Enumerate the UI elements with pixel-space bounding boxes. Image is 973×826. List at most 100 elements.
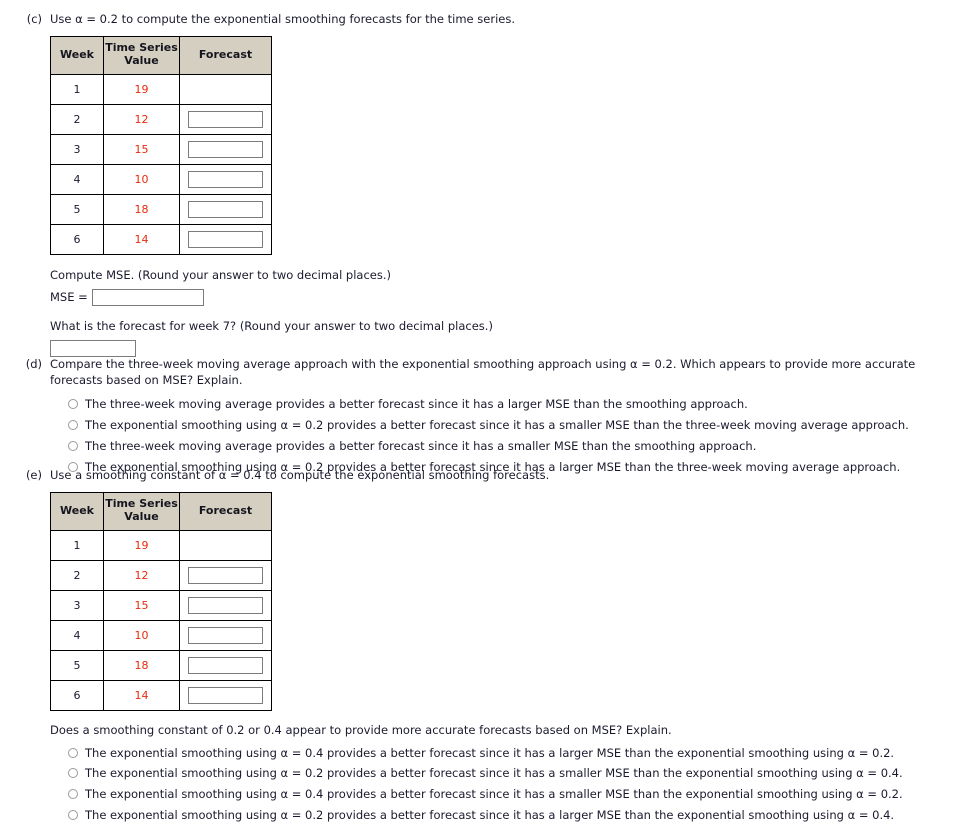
forecast-input-week-3[interactable]: [188, 140, 263, 158]
cell-forecast: [179, 679, 272, 711]
table-row: 2 12: [50, 103, 272, 135]
cell-week: 2: [50, 103, 104, 135]
radio-option-d-1[interactable]: The three-week moving average provides a…: [68, 394, 965, 415]
cell-forecast-empty: [179, 529, 272, 561]
cell-forecast: [179, 649, 272, 681]
radio-circle-icon[interactable]: [68, 399, 78, 410]
option-label: The exponential smoothing using α = 0.4 …: [85, 745, 895, 760]
week7-prompt: What is the forecast for week 7? (Round …: [50, 318, 493, 333]
table-body: 1 19 2 12 3 15 4 10 5 18 6 14: [50, 529, 272, 711]
forecast-input-week-3[interactable]: [188, 596, 263, 614]
table-row: 6 14: [50, 679, 272, 711]
forecast-input-week-2[interactable]: [188, 566, 263, 584]
cell-week: 6: [50, 223, 104, 255]
cell-week: 6: [50, 679, 104, 711]
option-label: The exponential smoothing using α = 0.2 …: [85, 808, 895, 823]
mse-row: MSE =: [50, 288, 960, 306]
cell-time-series-value: 18: [103, 193, 180, 225]
week7-forecast-input[interactable]: [50, 339, 136, 357]
part-e-options: The exponential smoothing using α = 0.4 …: [50, 743, 960, 826]
column-header-week: Week: [50, 35, 104, 75]
cell-time-series-value: 15: [103, 589, 180, 621]
cell-time-series-value: 10: [103, 619, 180, 651]
cell-week: 3: [50, 589, 104, 621]
forecast-input-week-5[interactable]: [188, 200, 263, 218]
forecast-table-alpha-04: Week Time Series Value Forecast 1 19 2 1…: [50, 491, 272, 711]
table-row: 2 12: [50, 559, 272, 591]
radio-option-e-4[interactable]: The exponential smoothing using α = 0.2 …: [68, 805, 960, 826]
radio-circle-icon[interactable]: [68, 747, 78, 758]
table-row: 6 14: [50, 223, 272, 255]
option-label: The exponential smoothing using α = 0.2 …: [85, 417, 909, 432]
mse-label: MSE =: [50, 289, 88, 304]
radio-option-e-3[interactable]: The exponential smoothing using α = 0.4 …: [68, 784, 960, 805]
option-label: The three-week moving average provides a…: [85, 397, 748, 412]
table-row: 5 18: [50, 193, 272, 225]
table-row: 4 10: [50, 619, 272, 651]
radio-option-d-2[interactable]: The exponential smoothing using α = 0.2 …: [68, 415, 965, 436]
cell-time-series-value: 18: [103, 649, 180, 681]
cell-week: 1: [50, 73, 104, 105]
mse-input[interactable]: [91, 288, 204, 306]
forecast-input-week-2[interactable]: [188, 110, 263, 128]
table-header-row: Week Time Series Value Forecast: [50, 35, 272, 75]
cell-time-series-value: 19: [103, 73, 180, 105]
cell-week: 4: [50, 619, 104, 651]
cell-week: 5: [50, 193, 104, 225]
cell-time-series-value: 15: [103, 133, 180, 165]
cell-time-series-value: 10: [103, 163, 180, 195]
column-header-forecast: Forecast: [179, 491, 272, 531]
question-part-d: (d) Compare the three-week moving averag…: [0, 357, 965, 478]
column-header-time-series-value: Time Series Value: [103, 35, 180, 75]
part-e-label: (e): [25, 468, 42, 482]
part-c-label: (c): [26, 12, 42, 26]
column-header-week: Week: [50, 491, 104, 531]
cell-time-series-value: 12: [103, 103, 180, 135]
column-header-time-series-value: Time Series Value: [103, 491, 180, 531]
option-label: The exponential smoothing using α = 0.2 …: [85, 766, 903, 781]
cell-forecast-empty: [179, 73, 272, 105]
radio-option-d-3[interactable]: The three-week moving average provides a…: [68, 436, 965, 457]
cell-week: 3: [50, 133, 104, 165]
column-header-forecast: Forecast: [179, 35, 272, 75]
forecast-input-week-4[interactable]: [188, 170, 263, 188]
forecast-input-week-5[interactable]: [188, 656, 263, 674]
table-row: 3 15: [50, 589, 272, 621]
cell-forecast: [179, 133, 272, 165]
table-row: 1 19: [50, 73, 272, 105]
part-d-prompt: Compare the three-week moving average ap…: [50, 357, 916, 387]
radio-circle-icon[interactable]: [68, 768, 78, 779]
table-row: 1 19: [50, 529, 272, 561]
table-body: 1 19 2 12 3 15 4 10 5 18 6 14: [50, 73, 272, 255]
radio-option-e-1[interactable]: The exponential smoothing using α = 0.4 …: [68, 743, 960, 764]
mse-prompt: Compute MSE. (Round your answer to two d…: [50, 267, 392, 282]
header-line-2: Value: [124, 54, 159, 68]
radio-circle-icon[interactable]: [68, 440, 78, 451]
part-d-label: (d): [25, 357, 42, 371]
forecast-input-week-6[interactable]: [188, 686, 263, 704]
table-row: 4 10: [50, 163, 272, 195]
part-e-question: Does a smoothing constant of 0.2 or 0.4 …: [50, 722, 672, 737]
forecast-input-week-4[interactable]: [188, 626, 263, 644]
cell-forecast: [179, 103, 272, 135]
cell-week: 5: [50, 649, 104, 681]
cell-forecast: [179, 589, 272, 621]
option-label: The exponential smoothing using α = 0.4 …: [85, 787, 903, 802]
radio-circle-icon[interactable]: [68, 419, 78, 430]
part-e-prompt: Use a smoothing constant of α = 0.4 to c…: [50, 468, 550, 482]
cell-week: 1: [50, 529, 104, 561]
forecast-input-week-6[interactable]: [188, 230, 263, 248]
cell-week: 4: [50, 163, 104, 195]
cell-forecast: [179, 559, 272, 591]
cell-week: 2: [50, 559, 104, 591]
radio-option-e-2[interactable]: The exponential smoothing using α = 0.2 …: [68, 763, 960, 784]
table-row: 5 18: [50, 649, 272, 681]
question-part-e: (e) Use a smoothing constant of α = 0.4 …: [0, 468, 960, 826]
cell-time-series-value: 14: [103, 223, 180, 255]
header-line-2: Value: [124, 510, 159, 524]
cell-forecast: [179, 223, 272, 255]
part-c-prompt: Use α = 0.2 to compute the exponential s…: [50, 12, 515, 26]
radio-circle-icon[interactable]: [68, 789, 78, 800]
cell-forecast: [179, 193, 272, 225]
cell-forecast: [179, 163, 272, 195]
